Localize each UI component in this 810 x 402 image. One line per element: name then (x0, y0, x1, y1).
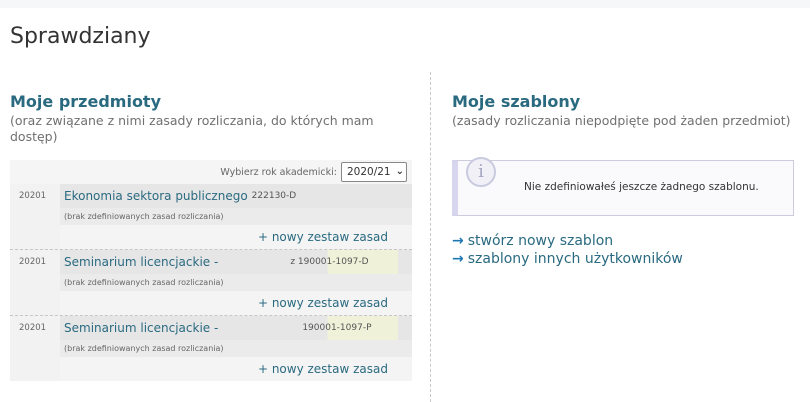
subjects-table: Wybierz rok akademicki: 2020/21 ⌄ 20201 … (10, 160, 412, 381)
create-template-link-label: stwórz nowy szablon (467, 233, 614, 249)
chevron-down-icon: ⌄ (395, 166, 404, 177)
info-message-box: i Nie zdefiniowałeś jeszcze żadnego szab… (452, 157, 794, 216)
info-message-text: Nie zdefiniowałeś jeszcze żadnego szablo… (524, 181, 759, 193)
subject-link[interactable]: Seminarium licencjackie - (64, 255, 218, 269)
my-subjects-title: Moje przedmioty (10, 92, 162, 111)
new-rule-set-link[interactable]: + nowy zestaw zasad (258, 296, 388, 310)
my-templates-subtitle: (zasady rozliczania niepodpięte pod żade… (452, 113, 791, 128)
column-divider (430, 72, 431, 402)
other-users-templates-link[interactable]: → szablony innych użytkowników (452, 250, 683, 268)
my-subjects-subtitle: (oraz związane z nimi zasady rozliczania… (10, 113, 374, 144)
template-links: → stwórz nowy szablon → szablony innych … (452, 232, 683, 268)
my-subjects-header: Moje przedmioty (oraz związane z nimi za… (10, 92, 415, 145)
subject-link[interactable]: Seminarium licencjackie - (64, 321, 218, 335)
top-bar (0, 0, 810, 8)
subject-rules-status: (brak zdefiniowanych zasad rozliczania) (60, 274, 412, 291)
subject-code: 222130-D (251, 191, 297, 201)
my-templates-header: Moje szablony (zasady rozliczania niepod… (452, 92, 802, 129)
new-rule-set-link[interactable]: + nowy zestaw zasad (258, 362, 388, 376)
subject-cycle: 20201 (19, 257, 47, 267)
other-users-templates-link-label: szablony innych użytkowników (467, 251, 683, 267)
year-select-value: 2020/21 (346, 166, 391, 178)
arrow-right-icon: → (452, 251, 464, 267)
subject-rules-status: (brak zdefiniowanych zasad rozliczania) (60, 208, 412, 225)
subject-item: 20201 Seminarium licencjackie - 190001-1… (10, 315, 412, 381)
create-template-link[interactable]: → stwórz nowy szablon (452, 232, 683, 250)
year-selector-row: Wybierz rok akademicki: 2020/21 ⌄ (10, 160, 412, 184)
arrow-right-icon: → (452, 233, 464, 249)
subject-cycle: 20201 (19, 323, 47, 333)
my-templates-title: Moje szablony (452, 92, 581, 111)
subject-item: 20201 Seminarium licencjackie - z 190001… (10, 249, 412, 315)
info-icon: i (466, 157, 496, 187)
subject-rules-status: (brak zdefiniowanych zasad rozliczania) (60, 340, 412, 357)
subject-code: 190001-1097-P (302, 323, 372, 333)
subject-item: 20201 Ekonomia sektora publicznego 22213… (10, 184, 412, 249)
subject-cycle: 20201 (19, 191, 47, 201)
subject-link[interactable]: Ekonomia sektora publicznego (64, 189, 248, 203)
new-rule-set-link[interactable]: + nowy zestaw zasad (258, 230, 388, 244)
year-select[interactable]: 2020/21 ⌄ (340, 162, 407, 182)
year-label: Wybierz rok akademicki: (220, 166, 337, 178)
page-title: Sprawdziany (10, 24, 151, 49)
subject-code: z 190001-1097-D (290, 257, 369, 267)
